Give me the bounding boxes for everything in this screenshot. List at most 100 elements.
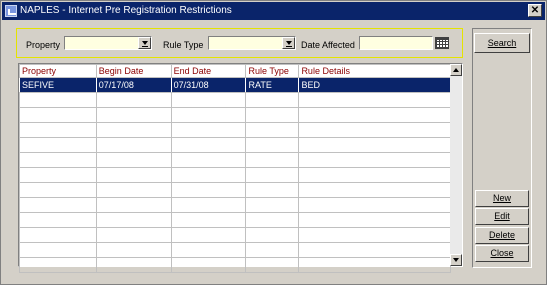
cell-end-date[interactable] <box>170 197 247 213</box>
cell-rule-details[interactable] <box>298 167 451 183</box>
cell-rule-type[interactable] <box>245 122 300 138</box>
cell-end-date[interactable] <box>170 92 247 108</box>
cell-end-date[interactable] <box>170 137 247 153</box>
scroll-up-icon[interactable] <box>450 64 462 76</box>
cell-begin-date[interactable] <box>95 167 172 183</box>
cell-rule-type[interactable] <box>245 92 300 108</box>
cell-rule-type[interactable] <box>245 182 300 198</box>
cell-end-date[interactable] <box>170 152 247 168</box>
calendar-icon[interactable] <box>435 37 449 49</box>
cell-property[interactable]: SEFIVE <box>19 77 97 93</box>
cell-begin-date[interactable] <box>95 107 172 123</box>
cell-rule-details[interactable] <box>298 92 451 108</box>
cell-end-date[interactable] <box>170 167 247 183</box>
cell-begin-date[interactable] <box>95 137 172 153</box>
cell-begin-date[interactable] <box>95 152 172 168</box>
table-row[interactable] <box>19 227 451 243</box>
delete-button[interactable]: Delete <box>475 227 529 244</box>
table-row[interactable] <box>19 152 451 168</box>
cell-begin-date[interactable] <box>95 257 172 273</box>
cell-end-date[interactable] <box>170 212 247 228</box>
edit-button[interactable]: Edit <box>475 208 529 225</box>
cell-rule-type[interactable] <box>245 107 300 123</box>
cell-rule-type[interactable] <box>245 197 300 213</box>
property-dropdown-icon[interactable] <box>138 37 151 49</box>
table-row[interactable] <box>19 257 451 273</box>
cell-property[interactable] <box>19 242 97 258</box>
cell-begin-date[interactable] <box>95 212 172 228</box>
table-row[interactable] <box>19 137 451 153</box>
cell-end-date[interactable] <box>170 182 247 198</box>
cell-begin-date[interactable] <box>95 197 172 213</box>
cell-begin-date[interactable] <box>95 122 172 138</box>
cell-property[interactable] <box>19 122 97 138</box>
cell-rule-details[interactable] <box>298 107 451 123</box>
rule-type-field[interactable] <box>208 36 296 50</box>
cell-end-date[interactable] <box>170 257 247 273</box>
vertical-scrollbar[interactable] <box>450 64 462 266</box>
table-row[interactable] <box>19 92 451 108</box>
cell-rule-details[interactable] <box>298 227 451 243</box>
close-button[interactable]: Close <box>475 245 529 262</box>
cell-property[interactable] <box>19 197 97 213</box>
scroll-down-icon[interactable] <box>450 254 462 266</box>
cell-property[interactable] <box>19 92 97 108</box>
column-header-begin-date[interactable]: Begin Date <box>95 64 172 78</box>
cell-property[interactable] <box>19 182 97 198</box>
table-row[interactable] <box>19 212 451 228</box>
cell-rule-details[interactable] <box>298 197 451 213</box>
cell-end-date[interactable] <box>170 107 247 123</box>
cell-begin-date[interactable] <box>95 182 172 198</box>
property-label: Property <box>26 40 61 50</box>
cell-rule-details[interactable] <box>298 122 451 138</box>
search-button[interactable]: Search <box>474 33 530 53</box>
cell-rule-details[interactable] <box>298 182 451 198</box>
table-row[interactable]: SEFIVE 07/17/08 07/31/08 RATE BED <box>19 77 451 93</box>
cell-end-date[interactable] <box>170 122 247 138</box>
cell-property[interactable] <box>19 212 97 228</box>
cell-rule-type[interactable] <box>245 167 300 183</box>
new-button[interactable]: New <box>475 190 529 207</box>
cell-property[interactable] <box>19 152 97 168</box>
cell-rule-type[interactable] <box>245 242 300 258</box>
cell-rule-details[interactable]: BED <box>298 77 451 93</box>
cell-end-date[interactable] <box>170 227 247 243</box>
restrictions-grid[interactable]: Property Begin Date End Date Rule Type R… <box>18 63 463 273</box>
cell-rule-type[interactable] <box>245 212 300 228</box>
table-row[interactable] <box>19 167 451 183</box>
table-row[interactable] <box>19 122 451 138</box>
cell-rule-type[interactable] <box>245 227 300 243</box>
column-header-rule-type[interactable]: Rule Type <box>245 64 300 78</box>
cell-end-date[interactable] <box>170 242 247 258</box>
cell-property[interactable] <box>19 137 97 153</box>
cell-begin-date[interactable] <box>95 242 172 258</box>
cell-property[interactable] <box>19 167 97 183</box>
cell-rule-details[interactable] <box>298 242 451 258</box>
date-affected-field[interactable] <box>359 36 433 50</box>
cell-rule-details[interactable] <box>298 152 451 168</box>
rule-type-dropdown-icon[interactable] <box>282 37 295 49</box>
cell-begin-date[interactable] <box>95 92 172 108</box>
cell-property[interactable] <box>19 227 97 243</box>
column-header-end-date[interactable]: End Date <box>170 64 247 78</box>
cell-rule-type[interactable] <box>245 257 300 273</box>
cell-rule-type[interactable] <box>245 152 300 168</box>
table-row[interactable] <box>19 242 451 258</box>
cell-rule-details[interactable] <box>298 137 451 153</box>
table-row[interactable] <box>19 197 451 213</box>
table-row[interactable] <box>19 182 451 198</box>
column-header-property[interactable]: Property <box>19 64 97 78</box>
table-row[interactable] <box>19 107 451 123</box>
cell-begin-date[interactable] <box>95 227 172 243</box>
cell-rule-details[interactable] <box>298 257 451 273</box>
close-window-button[interactable]: ✕ <box>528 4 542 17</box>
cell-rule-type[interactable]: RATE <box>245 77 300 93</box>
cell-begin-date[interactable]: 07/17/08 <box>95 77 172 93</box>
cell-property[interactable] <box>19 257 97 273</box>
cell-property[interactable] <box>19 107 97 123</box>
column-header-rule-details[interactable]: Rule Details <box>298 64 451 78</box>
cell-rule-details[interactable] <box>298 212 451 228</box>
property-field[interactable] <box>64 36 152 50</box>
cell-rule-type[interactable] <box>245 137 300 153</box>
cell-end-date[interactable]: 07/31/08 <box>170 77 247 93</box>
